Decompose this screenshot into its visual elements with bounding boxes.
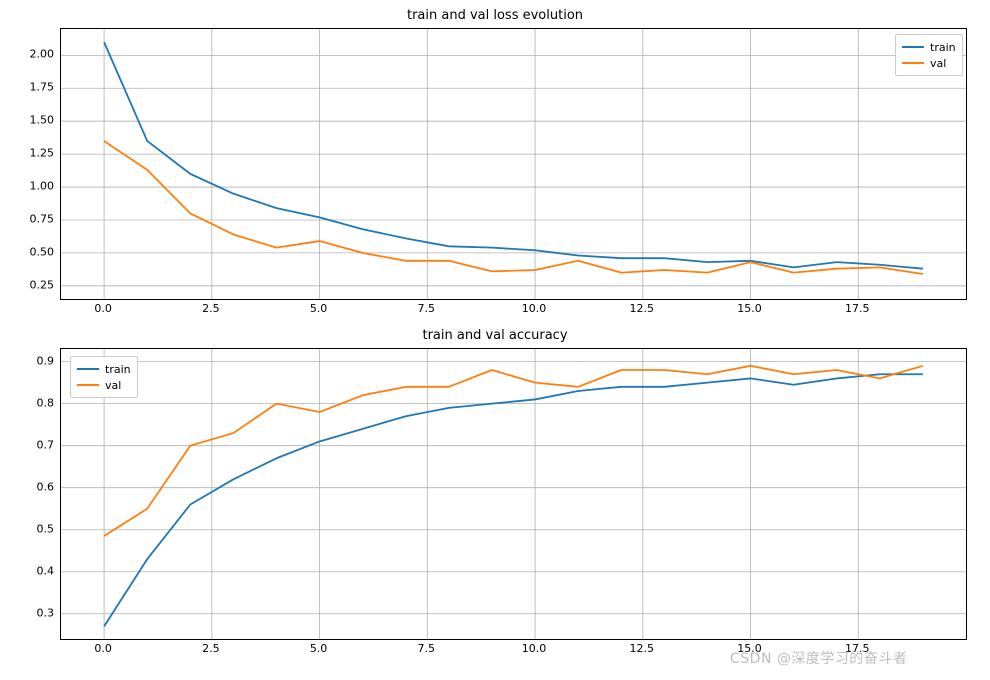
xtick-label: 5.0 xyxy=(299,642,339,655)
ytick-label: 0.75 xyxy=(14,212,54,225)
legend-item-val-2: val xyxy=(77,377,131,393)
legend-label-val: val xyxy=(930,57,946,70)
ytick-label: 0.6 xyxy=(14,480,54,493)
xtick-label: 7.5 xyxy=(406,302,446,315)
xtick-label: 2.5 xyxy=(191,302,231,315)
xtick-label: 15.0 xyxy=(730,302,770,315)
legend-loss: train val xyxy=(895,34,963,76)
xtick-label: 2.5 xyxy=(191,642,231,655)
legend-swatch-train-2 xyxy=(77,368,99,370)
series-train xyxy=(104,42,923,269)
xtick-label: 15.0 xyxy=(730,642,770,655)
xtick-label: 7.5 xyxy=(406,642,446,655)
ytick-label: 1.25 xyxy=(14,147,54,160)
ytick-label: 0.8 xyxy=(14,396,54,409)
figure: train and val loss evolution train val t… xyxy=(0,0,990,680)
chart-title-accuracy: train and val accuracy xyxy=(0,328,990,343)
legend-swatch-val xyxy=(902,62,924,64)
xtick-label: 0.0 xyxy=(83,302,123,315)
ytick-label: 0.5 xyxy=(14,522,54,535)
ytick-label: 0.25 xyxy=(14,278,54,291)
legend-label-train-2: train xyxy=(105,363,131,376)
legend-item-val: val xyxy=(902,55,956,71)
axes-accuracy xyxy=(60,348,967,640)
legend-label-val-2: val xyxy=(105,379,121,392)
ytick-label: 1.00 xyxy=(14,180,54,193)
xtick-label: 12.5 xyxy=(622,642,662,655)
ytick-label: 1.75 xyxy=(14,81,54,94)
legend-swatch-val-2 xyxy=(77,384,99,386)
xtick-label: 17.5 xyxy=(837,642,877,655)
series-train xyxy=(104,374,923,626)
xtick-label: 10.0 xyxy=(514,302,554,315)
legend-swatch-train xyxy=(902,46,924,48)
ytick-label: 0.4 xyxy=(14,564,54,577)
legend-accuracy: train val xyxy=(70,356,138,398)
series-val xyxy=(104,366,923,536)
xtick-label: 0.0 xyxy=(83,642,123,655)
plot-loss xyxy=(61,29,966,299)
legend-item-train: train xyxy=(902,39,956,55)
xtick-label: 12.5 xyxy=(622,302,662,315)
axes-loss xyxy=(60,28,967,300)
plot-accuracy xyxy=(61,349,966,639)
ytick-label: 2.00 xyxy=(14,48,54,61)
xtick-label: 17.5 xyxy=(837,302,877,315)
legend-item-train-2: train xyxy=(77,361,131,377)
ytick-label: 0.7 xyxy=(14,438,54,451)
ytick-label: 0.3 xyxy=(14,606,54,619)
legend-label-train: train xyxy=(930,41,956,54)
xtick-label: 5.0 xyxy=(299,302,339,315)
series-val xyxy=(104,141,923,274)
chart-title-loss: train and val loss evolution xyxy=(0,8,990,23)
ytick-label: 1.50 xyxy=(14,114,54,127)
xtick-label: 10.0 xyxy=(514,642,554,655)
ytick-label: 0.50 xyxy=(14,245,54,258)
ytick-label: 0.9 xyxy=(14,354,54,367)
